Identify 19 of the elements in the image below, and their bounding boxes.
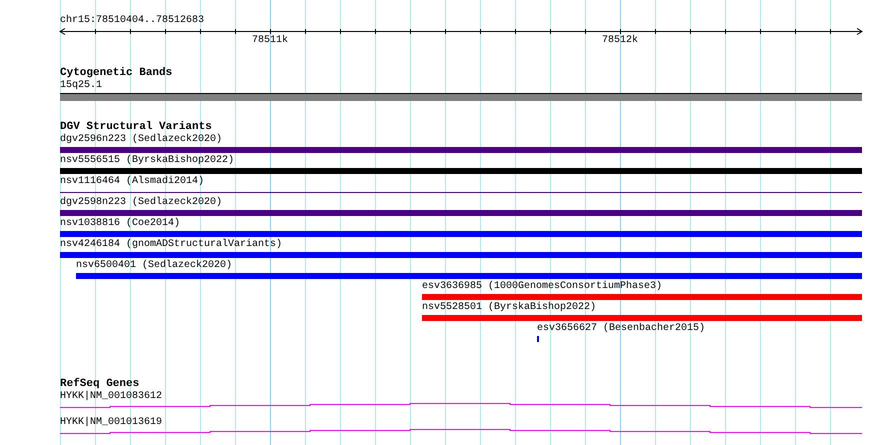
feature-label: nsv4246184 (gnomADStructuralVariants): [60, 239, 282, 250]
feature-label: dgv2596n223 (Sedlazeck2020): [60, 134, 222, 145]
tick-label: 78511k: [252, 35, 288, 46]
track-title: Cytogenetic Bands: [60, 68, 172, 79]
gene-label: HYKK|NM_001083612: [60, 391, 162, 402]
track-title: DGV Structural Variants: [60, 122, 212, 133]
feature-label: dgv2598n223 (Sedlazeck2020): [60, 197, 222, 208]
feature-label: nsv6500401 (Sedlazeck2020): [76, 260, 232, 271]
feature-label: esv3636985 (1000GenomesConsortiumPhase3): [422, 281, 662, 292]
tick-label: 78512k: [602, 35, 638, 46]
feature-label: nsv5528501 (ByrskaBishop2022): [422, 302, 596, 313]
range-label: chr15:78510404..78512683: [60, 15, 204, 26]
band-label: 15q25.1: [60, 80, 102, 91]
feature-label: esv3656627 (Besenbacher2015): [537, 323, 706, 334]
track-title: RefSeq Genes: [60, 379, 140, 390]
feature-label: nsv5556515 (ByrskaBishop2022): [60, 155, 234, 166]
feature-label: nsv1116464 (Alsmadi2014): [60, 176, 204, 187]
gene-label: HYKK|NM_001013619: [60, 417, 162, 428]
feature-label: nsv1038816 (Coe2014): [60, 218, 180, 229]
